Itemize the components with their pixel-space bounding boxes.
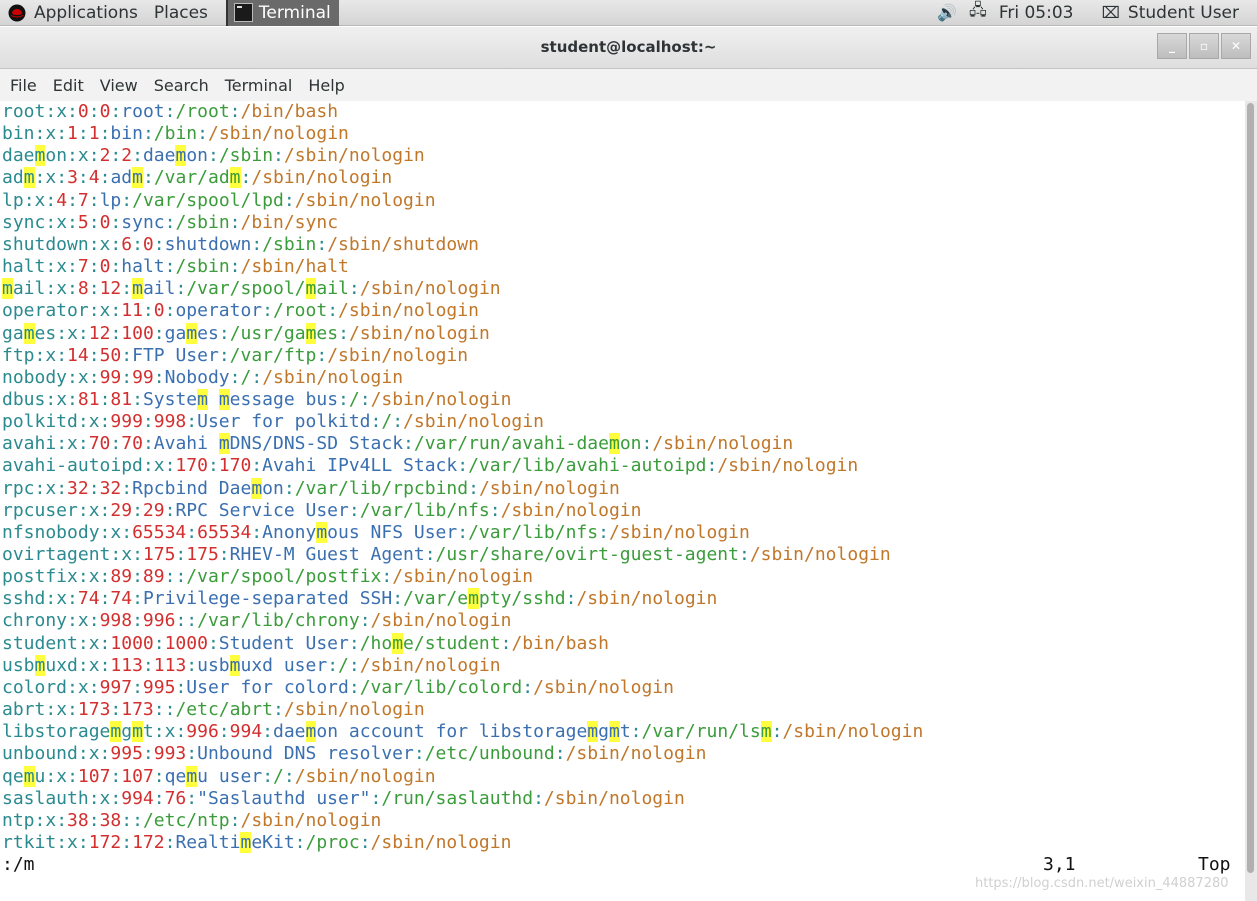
search-highlight: m — [23, 323, 35, 344]
terminal-line: lp:x:4:7:lp:/var/spool/lpd:/sbin/nologin — [2, 190, 436, 211]
terminal-line: adm:x:3:4:adm:/var/adm:/sbin/nologin — [2, 167, 393, 188]
terminal-line: chrony:x:998:996::/var/lib/chrony:/sbin/… — [2, 610, 512, 631]
maximize-button[interactable]: ▫ — [1189, 33, 1219, 59]
scrollbar-thumb[interactable] — [1247, 103, 1254, 873]
search-highlight: m — [23, 766, 35, 787]
window-titlebar[interactable]: student@localhost:~ _ ▫ ✕ — [0, 27, 1257, 69]
terminal-line: avahi:x:70:70:Avahi mDNS/DNS-SD Stack:/v… — [2, 433, 794, 454]
search-highlight: m — [587, 721, 599, 742]
terminal-icon — [233, 3, 253, 22]
search-highlight: m — [218, 389, 230, 410]
search-highlight: m — [175, 145, 187, 166]
places-label: Places — [153, 2, 208, 23]
taskbar-terminal-label: Terminal — [258, 2, 331, 23]
menubar: File Edit View Search Terminal Help — [0, 69, 1257, 101]
system-tray: 🔊 🖧 Fri 05:03 ⌧ Student User — [937, 0, 1257, 26]
terminal-line: libstoragemgmt:x:996:994:daemon account … — [2, 721, 924, 742]
search-highlight: m — [392, 633, 404, 654]
terminal-line: ntp:x:38:38::/etc/ntp:/sbin/nologin — [2, 810, 382, 831]
watermark: https://blog.csdn.net/weixin_44887280 — [975, 876, 1229, 891]
search-highlight: m — [186, 323, 198, 344]
terminal-line: rtkit:x:172:172:RealtimeKit:/proc:/sbin/… — [2, 832, 512, 853]
top-panel: Applications Places Terminal 🔊 🖧 Fri 05:… — [0, 0, 1257, 26]
terminal-line: operator:x:11:0:operator:/root:/sbin/nol… — [2, 300, 479, 321]
search-highlight: m — [34, 655, 46, 676]
window-controls: _ ▫ ✕ — [1155, 33, 1251, 59]
user-icon: ⌧ — [1101, 3, 1120, 22]
search-highlight: m — [305, 278, 317, 299]
search-highlight: m — [760, 721, 772, 742]
search-highlight: m — [316, 522, 328, 543]
terminal-line: ovirtagent:x:175:175:RHEV-M Guest Agent:… — [2, 544, 891, 565]
terminal-line: shutdown:x:6:0:shutdown:/sbin:/sbin/shut… — [2, 234, 479, 255]
search-highlight: m — [132, 278, 143, 299]
search-highlight: m — [608, 721, 620, 742]
search-highlight: m — [229, 655, 241, 676]
search-highlight: m — [110, 721, 122, 742]
menu-terminal[interactable]: Terminal — [217, 76, 301, 95]
terminal-line: usbmuxd:x:113:113:usbmuxd user:/:/sbin/n… — [2, 655, 501, 676]
terminal-scrollbar[interactable] — [1245, 101, 1257, 901]
menu-edit[interactable]: Edit — [45, 76, 92, 95]
search-highlight: m — [305, 323, 317, 344]
terminal-line: qemu:x:107:107:qemu user:/:/sbin/nologin — [2, 766, 436, 787]
search-highlight: m — [468, 588, 479, 609]
redhat-icon — [8, 4, 26, 21]
search-highlight: m — [132, 721, 143, 742]
terminal-line: bin:x:1:1:bin:/bin:/sbin/nologin — [2, 123, 349, 144]
window-title: student@localhost:~ — [540, 38, 717, 56]
search-highlight: m — [305, 721, 317, 742]
search-highlight: m — [132, 167, 143, 188]
applications-label: Applications — [34, 2, 138, 23]
terminal-line: dbus:x:81:81:System message bus:/:/sbin/… — [2, 389, 512, 410]
terminal-line: unbound:x:995:993:Unbound DNS resolver:/… — [2, 743, 707, 764]
search-highlight: m — [197, 389, 208, 410]
search-highlight: m — [186, 766, 198, 787]
cursor-position: 3,1 — [1043, 854, 1076, 875]
terminal-line: nfsnobody:x:65534:65534:Anonymous NFS Us… — [2, 522, 750, 543]
terminal-line: rpcuser:x:29:29:RPC Service User:/var/li… — [2, 500, 642, 521]
user-menu[interactable]: Student User — [1128, 3, 1239, 23]
terminal-line: ftp:x:14:50:FTP User:/var/ftp:/sbin/nolo… — [2, 345, 469, 366]
terminal-line: halt:x:7:0:halt:/sbin:/sbin/halt — [2, 256, 349, 277]
minimize-button[interactable]: _ — [1157, 33, 1187, 59]
terminal-line: rpc:x:32:32:Rpcbind Daemon:/var/lib/rpcb… — [2, 478, 620, 499]
terminal-line: abrt:x:173:173::/etc/abrt:/sbin/nologin — [2, 699, 425, 720]
search-highlight: m — [2, 278, 13, 299]
taskbar-terminal-button[interactable]: Terminal — [225, 0, 339, 26]
search-highlight: m — [218, 433, 230, 454]
close-button[interactable]: ✕ — [1221, 33, 1251, 59]
terminal-line: colord:x:997:995:User for colord:/var/li… — [2, 677, 674, 698]
menu-help[interactable]: Help — [300, 76, 352, 95]
terminal-line: nobody:x:99:99:Nobody:/:/sbin/nologin — [2, 367, 404, 388]
terminal-line: sync:x:5:0:sync:/sbin:/bin/sync — [2, 212, 339, 233]
places-menu[interactable]: Places — [146, 0, 216, 26]
terminal-line: daemon:x:2:2:daemon:/sbin:/sbin/nologin — [2, 145, 425, 166]
volume-icon[interactable]: 🔊 — [937, 3, 957, 22]
terminal-line: root:x:0:0:root:/root:/bin/bash — [2, 101, 339, 122]
terminal-content[interactable]: :/m 3,1 Top root:x:0:0:root:/root:/bin/b… — [0, 101, 1245, 901]
menu-file[interactable]: File — [0, 76, 45, 95]
menu-view[interactable]: View — [92, 76, 146, 95]
search-highlight: m — [229, 167, 241, 188]
terminal-line: student:x:1000:1000:Student User:/home/s… — [2, 633, 609, 654]
search-highlight: m — [240, 832, 252, 853]
terminal-line: mail:x:8:12:mail:/var/spool/mail:/sbin/n… — [2, 278, 501, 299]
terminal-line: saslauth:x:994:76:"Saslauthd user":/run/… — [2, 788, 685, 809]
scroll-position: Top — [1198, 854, 1231, 875]
search-highlight: m — [251, 478, 263, 499]
applications-menu[interactable]: Applications — [0, 0, 146, 26]
terminal-line: polkitd:x:999:998:User for polkitd:/:/sb… — [2, 411, 544, 432]
clock[interactable]: Fri 05:03 — [999, 3, 1074, 23]
search-highlight: m — [23, 167, 35, 188]
vim-command-line: :/m — [2, 854, 35, 875]
menu-search[interactable]: Search — [146, 76, 217, 95]
terminal-line: avahi-autoipd:x:170:170:Avahi IPv4LL Sta… — [2, 455, 859, 476]
search-highlight: m — [608, 433, 620, 454]
terminal-line: postfix:x:89:89::/var/spool/postfix:/sbi… — [2, 566, 534, 587]
search-highlight: m — [34, 145, 46, 166]
network-icon[interactable]: 🖧 — [969, 0, 987, 26]
terminal-line: sshd:x:74:74:Privilege-separated SSH:/va… — [2, 588, 718, 609]
terminal-line: games:x:12:100:games:/usr/games:/sbin/no… — [2, 323, 490, 344]
